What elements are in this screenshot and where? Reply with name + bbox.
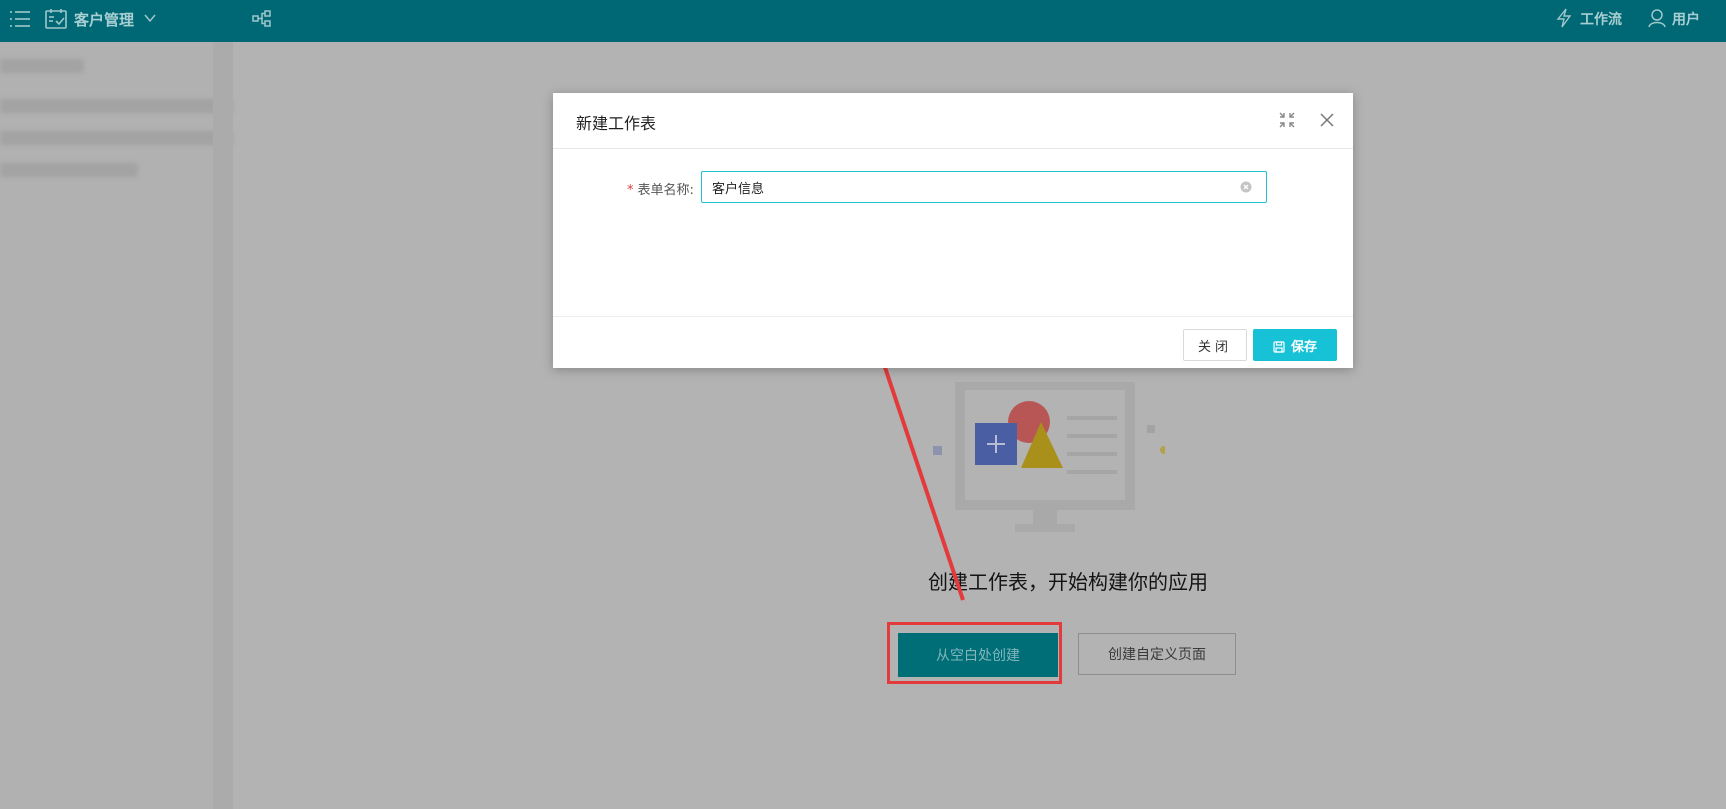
form-name-field[interactable] [701, 171, 1267, 203]
dialog-footer: 关闭 保存 [553, 316, 1353, 369]
form-name-input[interactable] [712, 172, 1232, 202]
save-icon [1273, 340, 1285, 353]
fullscreen-icon[interactable] [1278, 111, 1296, 129]
close-button[interactable]: 关闭 [1183, 329, 1247, 361]
user-icon [1648, 9, 1666, 28]
dialog-title: 新建工作表 [576, 114, 657, 133]
sidebar-placeholder [0, 59, 84, 73]
sidebar-divider [213, 42, 233, 809]
hierarchy-icon[interactable] [252, 9, 272, 29]
workflow-link[interactable]: 工作流 [1580, 9, 1622, 29]
app-title[interactable]: 客户管理 [74, 9, 134, 30]
sidebar [0, 42, 233, 809]
lightning-icon [1556, 8, 1572, 28]
top-bar: 客户管理 工作流 用户 [0, 0, 1726, 42]
save-button-label: 保存 [1290, 339, 1317, 355]
calendar-icon [45, 9, 67, 29]
clear-input-icon[interactable] [1240, 181, 1252, 193]
form-name-label-text: 表单名称: [637, 183, 694, 198]
close-icon[interactable] [1318, 111, 1336, 129]
list-icon[interactable] [8, 7, 32, 31]
sidebar-placeholder [0, 99, 233, 113]
create-custom-page-button[interactable]: 创建自定义页面 [1078, 633, 1236, 675]
required-mark: * [627, 183, 634, 198]
users-link[interactable]: 用户 [1672, 9, 1700, 29]
sidebar-placeholder [0, 131, 233, 145]
save-button[interactable]: 保存 [1253, 329, 1337, 361]
chevron-down-icon[interactable] [143, 11, 157, 25]
create-blank-button[interactable]: 从空白处创建 [898, 633, 1058, 677]
dialog-header: 新建工作表 [553, 93, 1353, 149]
sidebar-placeholder [0, 163, 138, 177]
new-worksheet-dialog: 新建工作表 *表单名称: 关闭 保存 [553, 93, 1353, 368]
form-name-label: * 表单名称: [627, 179, 694, 198]
